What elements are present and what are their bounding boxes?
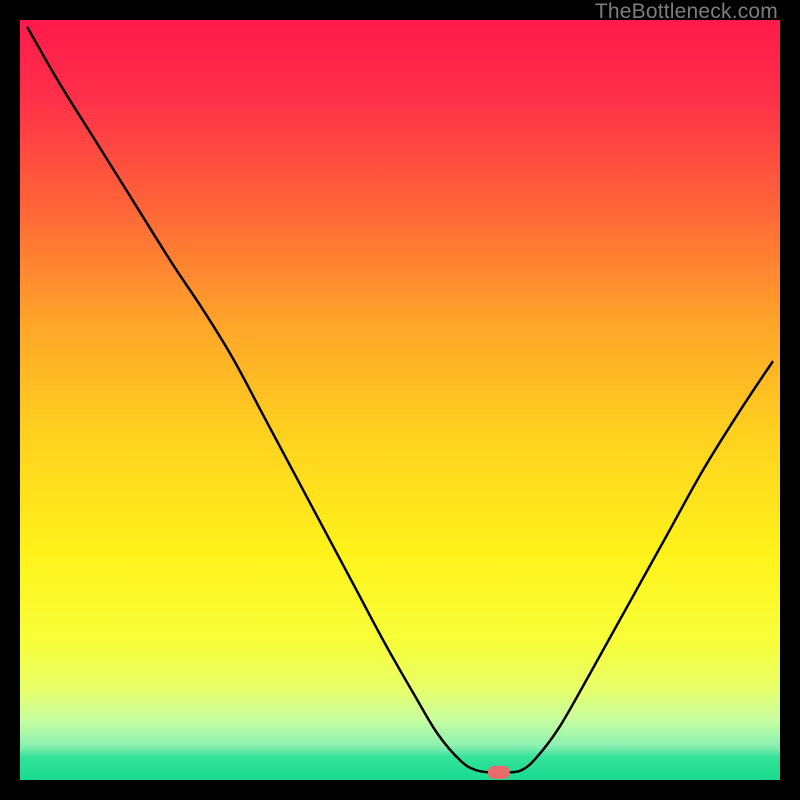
plot-area [20, 20, 780, 780]
chart-container: TheBottleneck.com [0, 0, 800, 800]
optimal-marker [488, 766, 510, 779]
gradient-background [20, 20, 780, 780]
watermark-text: TheBottleneck.com [595, 0, 778, 24]
chart-svg [20, 20, 780, 780]
